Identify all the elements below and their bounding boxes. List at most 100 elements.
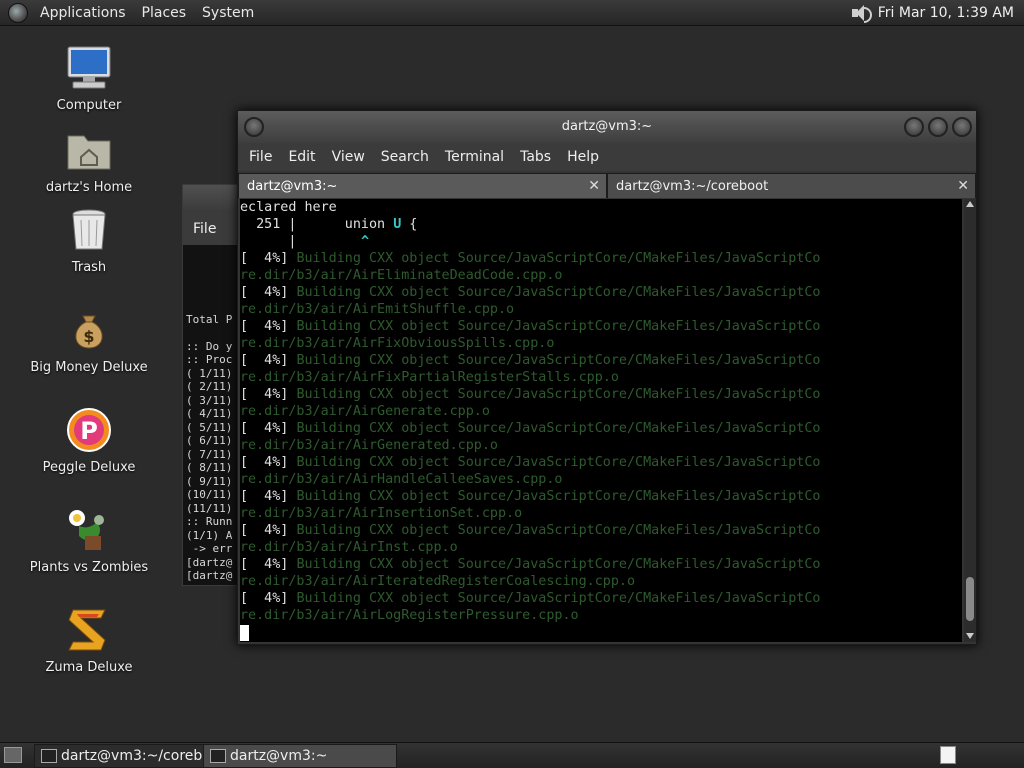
build-line-continued: re.dir/b3/air/AirFixObviousSpills.cpp.o (240, 336, 555, 351)
build-line: [ 4%] Building CXX object Source/JavaScr… (240, 590, 962, 607)
desktop-icon-label: Peggle Deluxe (42, 460, 136, 475)
build-text: Building CXX object Source/JavaScriptCor… (296, 421, 821, 436)
build-progress: [ 4%] (240, 285, 297, 300)
menu-applications[interactable]: Applications (32, 5, 134, 21)
svg-text:P: P (80, 417, 98, 445)
desktop-icon-peggle-deluxe[interactable]: P Peggle Deluxe (14, 406, 164, 475)
terminal-icon (41, 749, 57, 763)
build-line-continued: re.dir/b3/air/AirEliminateDeadCode.cpp.o (240, 268, 563, 283)
build-line: [ 4%] Building CXX object Source/JavaScr… (240, 352, 962, 369)
terminal-tabbar: dartz@vm3:~ ✕ dartz@vm3:~/coreboot ✕ (238, 173, 976, 198)
desktop-icon-label: Trash (71, 260, 107, 275)
code-text: 251 | union (240, 217, 394, 232)
taskbar-label: dartz@vm3:~/coreb... (61, 748, 216, 764)
taskbar-label: dartz@vm3:~ (230, 748, 328, 764)
menu-search[interactable]: Search (373, 149, 437, 165)
desktop-icon-trash[interactable]: Trash (14, 206, 164, 275)
build-line: [ 4%] Building CXX object Source/JavaScr… (240, 386, 962, 403)
build-line-continued: re.dir/b3/air/AirLogRegisterPressure.cpp… (240, 608, 579, 623)
build-line-continued: re.dir/b3/air/AirHandleCalleeSaves.cpp.o (240, 472, 563, 487)
desktop-icon-big-money-deluxe[interactable]: $ Big Money Deluxe (14, 306, 164, 375)
close-tab-icon[interactable]: ✕ (588, 174, 600, 199)
build-text: Building CXX object Source/JavaScriptCor… (296, 489, 821, 504)
desktop-icon-label: Computer (56, 98, 122, 113)
show-desktop-icon[interactable] (4, 747, 22, 763)
build-text: Building CXX object Source/JavaScriptCor… (296, 387, 821, 402)
build-text: Building CXX object Source/JavaScriptCor… (296, 353, 821, 368)
terminal-titlebar[interactable]: dartz@vm3:~ (238, 111, 976, 143)
money-bag-icon: $ (65, 306, 113, 354)
build-text: Building CXX object Source/JavaScriptCor… (296, 285, 821, 300)
terminal-menubar: File Edit View Search Terminal Tabs Help (238, 143, 976, 171)
desktop-icon-plants-vs-zombies[interactable]: Plants vs Zombies (14, 506, 164, 575)
code-text: { (401, 217, 418, 232)
build-line-continued: re.dir/b3/air/AirInsertionSet.cpp.o (240, 506, 523, 521)
menu-places[interactable]: Places (134, 5, 195, 21)
build-line-continued: re.dir/b3/air/AirInst.cpp.o (240, 540, 458, 555)
menu-view[interactable]: View (324, 149, 373, 165)
build-progress: [ 4%] (240, 523, 297, 538)
top-panel: Applications Places System Fri Mar 10, 1… (0, 0, 1024, 26)
zuma-icon (65, 606, 113, 654)
build-progress: [ 4%] (240, 319, 297, 334)
build-progress: [ 4%] (240, 353, 297, 368)
scroll-down-arrow-icon[interactable] (966, 633, 974, 639)
menu-edit[interactable]: Edit (280, 149, 323, 165)
caret-marker: ^ (360, 234, 369, 249)
desktop-icon-home[interactable]: dartz's Home (14, 126, 164, 195)
window-menu-button[interactable] (244, 117, 264, 137)
close-tab-icon[interactable]: ✕ (957, 174, 969, 199)
workspace-switcher[interactable] (940, 746, 956, 764)
desktop-icon-label: dartz's Home (45, 180, 133, 195)
menu-system[interactable]: System (194, 5, 262, 21)
build-text: Building CXX object Source/JavaScriptCor… (296, 523, 821, 538)
peggle-icon: P (65, 406, 113, 454)
scroll-up-arrow-icon[interactable] (966, 201, 974, 207)
terminal-line: 251 | union U { (240, 216, 962, 233)
prompt-line (240, 624, 962, 641)
build-text: Building CXX object Source/JavaScriptCor… (296, 557, 821, 572)
build-progress: [ 4%] (240, 489, 297, 504)
build-line: [ 4%] Building CXX object Source/JavaScr… (240, 454, 962, 471)
gnome-foot-icon[interactable] (8, 2, 28, 23)
build-line: [ 4%] Building CXX object Source/JavaScr… (240, 488, 962, 505)
terminal-window[interactable]: dartz@vm3:~ File Edit View Search Termin… (237, 110, 977, 645)
menu-terminal[interactable]: Terminal (437, 149, 512, 165)
text-cursor (240, 625, 249, 641)
menu-file[interactable]: File (241, 149, 280, 165)
terminal-line: | ^ (240, 233, 962, 250)
window-title: dartz@vm3:~ (561, 119, 653, 134)
build-line: [ 4%] Building CXX object Source/JavaScr… (240, 318, 962, 335)
build-text: Building CXX object Source/JavaScriptCor… (296, 591, 821, 606)
trash-icon (65, 206, 113, 254)
clock[interactable]: Fri Mar 10, 1:39 AM (878, 5, 1020, 21)
desktop-icon-label: Plants vs Zombies (29, 560, 149, 575)
terminal-output[interactable]: eclared here 251 | union U { | ^ [ 4%] Bu… (240, 199, 962, 642)
build-progress: [ 4%] (240, 455, 297, 470)
taskbar-item-coreboot[interactable]: dartz@vm3:~/coreb... (34, 744, 228, 768)
volume-icon[interactable] (850, 4, 872, 23)
tab-home[interactable]: dartz@vm3:~ ✕ (238, 173, 607, 198)
desktop-icon-zuma-deluxe[interactable]: Zuma Deluxe (14, 606, 164, 675)
tab-coreboot[interactable]: dartz@vm3:~/coreboot ✕ (607, 173, 976, 198)
svg-text:$: $ (83, 327, 94, 346)
build-line-continued: re.dir/b3/air/AirIteratedRegisterCoalesc… (240, 574, 636, 589)
desktop-icon-label: Big Money Deluxe (30, 360, 148, 375)
close-window-button[interactable] (952, 117, 972, 137)
computer-icon (65, 44, 113, 92)
tab-label: dartz@vm3:~/coreboot (616, 179, 769, 194)
menu-tabs[interactable]: Tabs (512, 149, 559, 165)
minimize-button[interactable] (904, 117, 924, 137)
build-text: Building CXX object Source/JavaScriptCor… (296, 455, 821, 470)
desktop-icon-label: Zuma Deluxe (45, 660, 133, 675)
desktop-icon-computer[interactable]: Computer (14, 44, 164, 113)
build-line: [ 4%] Building CXX object Source/JavaScr… (240, 420, 962, 437)
scrollbar-thumb[interactable] (966, 577, 974, 621)
home-folder-icon (65, 126, 113, 174)
terminal-scrollbar[interactable] (964, 199, 976, 642)
menu-help[interactable]: Help (559, 149, 607, 165)
maximize-button[interactable] (928, 117, 948, 137)
build-line-continued: re.dir/b3/air/AirEmitShuffle.cpp.o (240, 302, 515, 317)
taskbar-item-home[interactable]: dartz@vm3:~ (203, 744, 397, 768)
terminal-line: eclared here (240, 200, 337, 215)
